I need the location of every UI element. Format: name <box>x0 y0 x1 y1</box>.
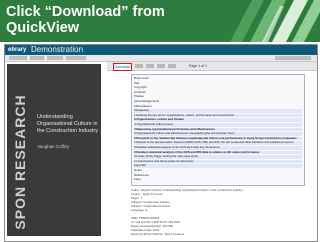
toc-row[interactable]: 8 Detailed statistical analysis of the O… <box>134 146 302 150</box>
toolbar-control[interactable] <box>168 64 176 68</box>
toc-row[interactable]: 5 Organisational culture and effectivene… <box>134 132 302 136</box>
quickview-content: Book Cover Title Copyright Contents Preface A… <box>107 71 317 241</box>
metadata-line: London : Taylor & Francis <box>131 193 163 196</box>
toc-row[interactable]: 9 Detailed statistical analysis of the O… <box>134 150 302 155</box>
toc-row[interactable]: 1 Defining the key terms: organisations,… <box>134 113 302 118</box>
decorative-graphic <box>222 0 320 42</box>
metadata-line: Dewey Decimal Number: 624.068 <box>131 225 173 228</box>
demo-label: Demonstration <box>31 45 84 54</box>
toc-row[interactable]: 2 Organisations, culture and climate <box>134 118 302 122</box>
app-logo: ebrary <box>8 47 27 53</box>
toc-row[interactable]: 6 Research in the relationship between o… <box>134 136 302 141</box>
metadata-line: ISBN: 9780415450256 <box>131 217 160 220</box>
screenshot: ebrary Demonstration SPON RESEARCH Under… <box>4 44 318 242</box>
book-cover[interactable]: SPON RESEARCH Understanding Organisation… <box>7 64 101 236</box>
book-title: Understanding Organisational Culture in … <box>37 114 99 134</box>
slide-title-bar: Click “Download” from QuickView <box>0 0 320 42</box>
metadata-line: Subjects: Organizational culture <box>131 205 171 208</box>
quickview-toolbar: Download Page 1 of 1 <box>107 62 317 71</box>
metadata-line: Subjects: Construction industry <box>131 201 170 204</box>
metadata-line: Pages: 1 <box>131 197 143 200</box>
book-author: Vaughan Coffey <box>37 144 69 149</box>
slide: Click “Download” from QuickView ebrary D… <box>0 0 320 242</box>
metadata-line: Publication Date: 2010 <box>131 229 160 232</box>
toc-row[interactable]: 3 Organisational culture theory <box>134 123 302 127</box>
toc-row[interactable]: 4 Measuring organisational performance a… <box>134 127 302 132</box>
app-header: ebrary Demonstration <box>5 45 317 55</box>
toc-row[interactable]: Acknowledgements <box>134 100 302 104</box>
page-indicator: Page 1 of 1 <box>189 64 207 68</box>
toc-row[interactable]: 10 Case Study Stage: testing the main ca… <box>134 155 302 159</box>
book-series: SPON RESEARCH <box>12 94 28 230</box>
toc-row[interactable]: Book Cover <box>134 77 302 81</box>
toc-row[interactable]: 7 Results of the questionnaire: Denison … <box>134 141 302 145</box>
left-column: SPON RESEARCH Understanding Organisation… <box>5 62 103 241</box>
toc-row[interactable]: Title <box>134 82 302 86</box>
toc-row[interactable]: Appendix <box>134 164 302 168</box>
toc-row[interactable]: Contents <box>134 91 302 95</box>
metadata-line: Coffey, Vaughan (Author) Understanding o… <box>131 189 243 192</box>
toc-row[interactable]: Preface <box>134 95 302 99</box>
toolbar-control[interactable] <box>146 64 154 68</box>
metadata-line <box>131 213 271 216</box>
table-of-contents: Book Cover Title Copyright Contents Preface A… <box>131 74 305 186</box>
toc-row[interactable]: 11 Conclusions and future areas for disc… <box>134 159 302 164</box>
menu-bar <box>5 55 317 62</box>
metadata-line: Language: en <box>131 209 149 212</box>
menu-item[interactable] <box>66 56 86 60</box>
toc-row[interactable]: Index <box>134 178 302 182</box>
search-field[interactable] <box>275 56 311 60</box>
toc-row[interactable]: References <box>134 174 302 178</box>
metadata-line: Electronic Book Publisher: Taylor & Fran… <box>131 233 185 236</box>
menu-item[interactable] <box>9 56 27 60</box>
menu-item[interactable] <box>47 56 63 60</box>
toc-row[interactable]: Introduction <box>134 109 302 113</box>
menu-item[interactable] <box>30 56 44 60</box>
download-button[interactable]: Download <box>113 63 132 71</box>
toc-row[interactable]: Copyright <box>134 86 302 90</box>
toolbar-control[interactable] <box>157 64 165 68</box>
metadata-line: LC Call Number: HD9715.A2 C64 2010 <box>131 221 180 224</box>
toc-row[interactable]: Abbreviations <box>134 105 302 109</box>
toc-row[interactable]: Notes <box>134 169 302 173</box>
slide-title: Click “Download” from QuickView <box>6 4 165 36</box>
toolbar-control[interactable] <box>135 64 143 68</box>
